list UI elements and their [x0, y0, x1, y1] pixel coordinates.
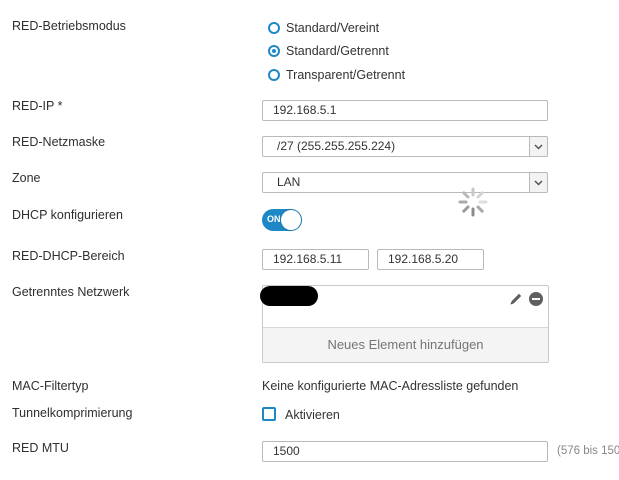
label-zone: Zone — [12, 171, 41, 185]
toggle-label: ON — [267, 214, 281, 224]
radio-label: Transparent/Getrennt — [286, 68, 406, 82]
label-dhcp: DHCP konfigurieren — [12, 208, 123, 222]
spinner-icon — [457, 186, 489, 218]
toggle-knob[interactable] — [281, 210, 301, 230]
label-tunnel: Tunnelkomprimierung — [12, 406, 133, 420]
chevron-down-icon[interactable] — [529, 173, 547, 192]
radio-label: Standard/Vereint — [286, 21, 380, 35]
label-mac-filter: MAC-Filtertyp — [12, 379, 89, 393]
radio-button[interactable] — [268, 69, 280, 81]
add-element-button[interactable]: Neues Element hinzufügen — [263, 327, 548, 362]
radio-button[interactable] — [268, 45, 280, 57]
tunnel-compression-checkbox[interactable] — [262, 407, 276, 421]
mtu-hint: (576 bis 150 — [557, 445, 619, 457]
radio-standard-vereint[interactable]: Standard/Vereint — [268, 21, 379, 35]
radio-button[interactable] — [268, 22, 280, 34]
label-netmask: RED-Netzmaske — [12, 135, 106, 149]
label-dhcp-range: RED-DHCP-Bereich — [12, 249, 125, 263]
red-ip-input[interactable]: 192.168.5.1 — [262, 100, 548, 121]
pencil-icon[interactable] — [508, 291, 524, 307]
dhcp-range-end-input[interactable]: 192.168.5.20 — [377, 249, 484, 270]
redacted-entry — [260, 286, 318, 306]
label-mode: RED-Betriebsmodus — [12, 19, 126, 33]
radio-label: Standard/Getrennt — [286, 44, 389, 58]
zone-select[interactable]: LAN — [262, 172, 548, 193]
checkbox-label[interactable]: Aktivieren — [285, 408, 340, 422]
zone-select-value: LAN — [277, 175, 301, 189]
radio-transparent-getrennt[interactable]: Transparent/Getrennt — [268, 68, 405, 82]
label-separate-network: Getrenntes Netzwerk — [12, 285, 130, 299]
radio-standard-getrennt[interactable]: Standard/Getrennt — [268, 44, 389, 58]
remove-icon[interactable] — [528, 291, 544, 307]
netmask-select-value: /27 (255.255.255.224) — [277, 139, 396, 153]
label-red-ip: RED-IP * — [12, 99, 63, 113]
mtu-input[interactable]: 1500 — [262, 441, 548, 462]
netmask-select[interactable]: /27 (255.255.255.224) — [262, 136, 548, 157]
chevron-down-icon[interactable] — [529, 137, 547, 156]
mac-filter-text: Keine konfigurierte MAC-Adressliste gefu… — [262, 379, 519, 393]
dhcp-toggle[interactable]: ON — [262, 209, 302, 231]
label-mtu: RED MTU — [12, 441, 69, 455]
dhcp-range-start-input[interactable]: 192.168.5.11 — [262, 249, 369, 270]
